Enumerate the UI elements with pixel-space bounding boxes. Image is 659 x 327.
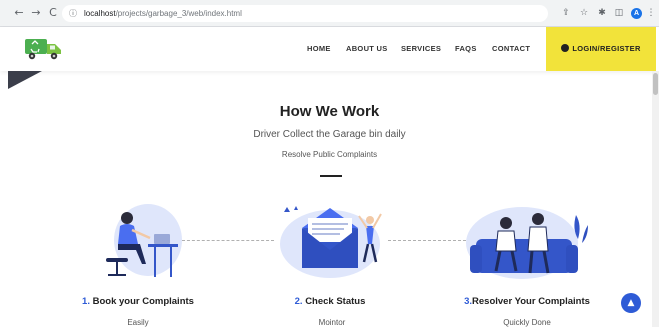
address-bar[interactable]: ⓘ localhost/projects/garbage_3/web/index… <box>62 5 548 22</box>
extensions-icon[interactable]: ✱ <box>596 6 608 20</box>
step-3-desc: Quickly Done <box>503 318 551 327</box>
check-status-illustration-icon <box>280 206 382 278</box>
user-icon <box>561 44 570 52</box>
step-1-desc: Easily <box>127 318 149 327</box>
login-register-label: LOGIN/REGISTER <box>572 44 641 53</box>
step-2-desc: Mointor <box>318 318 346 327</box>
side-panel-icon[interactable]: ◫ <box>613 6 625 20</box>
share-icon[interactable]: ⇪ <box>560 6 572 20</box>
forward-icon[interactable]: → <box>29 6 43 20</box>
reload-icon[interactable]: C <box>46 6 60 20</box>
section-subtitle: Driver Collect the Garage bin daily <box>253 129 406 140</box>
step-1-label: Book your Complaints <box>92 296 194 307</box>
step-3-number: 3. <box>464 296 473 307</box>
section-tagline: Resolve Public Complaints <box>281 150 378 159</box>
title-divider <box>320 175 342 177</box>
back-to-top-button[interactable]: ▲ <box>621 293 641 313</box>
step-2-number: 2. <box>294 296 303 307</box>
garbage-truck-logo-icon[interactable] <box>24 36 64 62</box>
section-title: How We Work <box>279 103 380 120</box>
step-3-label: Resolver Your Complaints <box>472 296 590 307</box>
step-connector-1 <box>182 240 274 241</box>
step-2-label: Check Status <box>305 296 366 307</box>
nav-home[interactable]: HOME <box>307 27 331 71</box>
site-info-icon[interactable]: ⓘ <box>69 5 77 22</box>
step-1-title: 1. Book your Complaints <box>60 296 216 307</box>
nav-contact[interactable]: CONTACT <box>492 27 530 71</box>
nav-services[interactable]: SERVICES <box>401 27 441 71</box>
url-path: /projects/garbage_3/web/index.html <box>115 9 242 18</box>
nav-about-us[interactable]: ABOUT US <box>346 27 388 71</box>
browser-menu-icon[interactable]: ⋮ <box>645 6 657 20</box>
scrollbar-thumb[interactable] <box>653 73 658 95</box>
step-3-title: 3.Resolver Your Complaints <box>446 296 608 307</box>
decorative-corner <box>8 71 42 89</box>
step-2-title: 2. Check Status <box>262 296 398 307</box>
profile-avatar[interactable]: A <box>631 8 642 19</box>
url-host: localhost <box>84 9 116 18</box>
site-header: HOME ABOUT US SERVICES FAQS CONTACT LOGI… <box>0 27 659 71</box>
bookmark-star-icon[interactable]: ☆ <box>578 6 590 20</box>
nav-faqs[interactable]: FAQS <box>455 27 477 71</box>
booking-illustration-icon <box>106 204 182 277</box>
back-icon[interactable]: ← <box>12 6 26 20</box>
browser-toolbar: ← → C ⓘ localhost/projects/garbage_3/web… <box>0 0 659 27</box>
resolved-illustration-icon <box>466 207 588 279</box>
login-register-button[interactable]: LOGIN/REGISTER <box>546 27 656 71</box>
step-1-number: 1. <box>82 296 90 307</box>
step-connector-2 <box>388 240 466 241</box>
